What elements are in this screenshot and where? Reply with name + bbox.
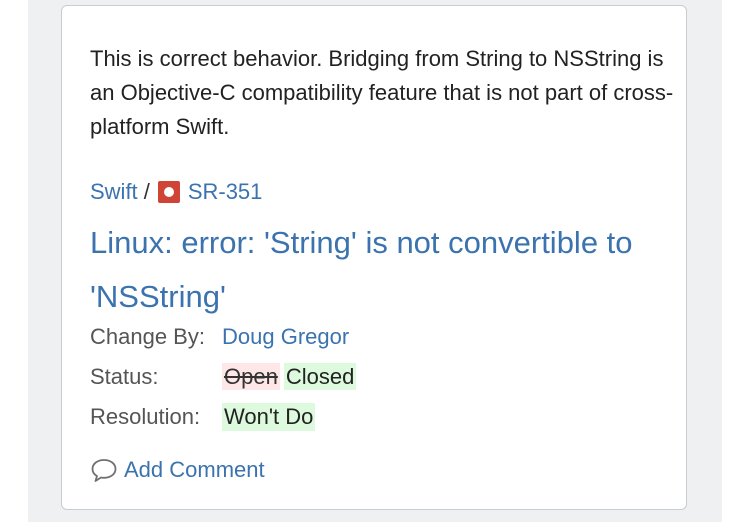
breadcrumb: Swift / SR-351 [90, 177, 262, 207]
status-row: Status: Open Closed [90, 362, 357, 392]
project-link[interactable]: Swift [90, 179, 138, 205]
issue-title-link[interactable]: Linux: error: 'String' is not convertibl… [90, 225, 633, 314]
status-new-value: Closed [283, 363, 357, 390]
email-view: This is correct behavior. Bridging from … [0, 0, 749, 522]
issue-title[interactable]: Linux: error: 'String' is not convertibl… [90, 216, 670, 324]
change-by-label: Change By: [90, 324, 205, 349]
resolution-new-value: Won't Do [222, 403, 316, 431]
speech-bubble-icon [91, 459, 117, 482]
notification-card: This is correct behavior. Bridging from … [61, 5, 687, 510]
breadcrumb-separator: / [143, 179, 150, 204]
resolution-label: Resolution: [90, 404, 201, 429]
change-by-user-link[interactable]: Doug Gregor [222, 324, 349, 350]
add-comment-label[interactable]: Add Comment [124, 457, 265, 483]
resolution-row: Resolution: Won't Do [90, 402, 316, 432]
bug-icon [157, 181, 180, 203]
add-comment-button[interactable]: Add Comment [90, 455, 265, 485]
status-old-value: Open [222, 363, 280, 390]
status-label: Status: [90, 364, 159, 389]
issue-key-link[interactable]: SR-351 [188, 179, 263, 205]
change-by-row: Change By: Doug Gregor [90, 322, 349, 352]
comment-text: This is correct behavior. Bridging from … [90, 46, 674, 139]
